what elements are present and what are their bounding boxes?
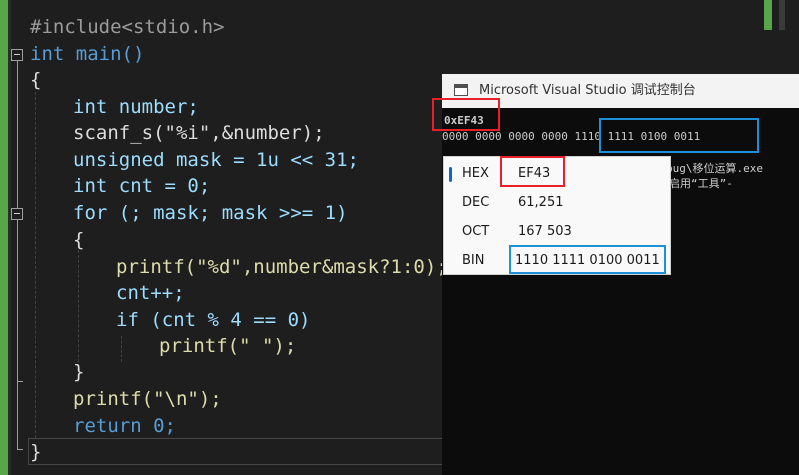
selected-indicator: [449, 167, 452, 182]
code-text: unsigned mask = 1u << 31;: [73, 149, 359, 171]
collapse-main-icon[interactable]: [11, 49, 23, 61]
code-line[interactable]: printf("%d",number&mask?1:0);: [116, 254, 448, 280]
code-line[interactable]: {: [73, 227, 84, 253]
code-line[interactable]: scanf_s("%i",&number);: [73, 120, 325, 146]
code-line[interactable]: printf(" ");: [159, 333, 296, 359]
console-window-icon: [454, 84, 468, 96]
code-text: int number;: [73, 96, 199, 118]
calc-label: BIN: [462, 253, 485, 268]
calc-value: 61,251: [518, 195, 564, 210]
code-line[interactable]: unsigned mask = 1u << 31;: [73, 147, 359, 173]
fold-end-main: [17, 449, 23, 450]
blue-highlight-box: [509, 245, 666, 274]
change-tracking-margin: [0, 0, 8, 475]
code-line[interactable]: cnt++;: [116, 280, 185, 306]
code-text: int main(): [30, 43, 145, 65]
code-line[interactable]: {: [30, 67, 41, 93]
code-text: printf("%d",number&mask?1:0);: [116, 256, 448, 278]
code-line[interactable]: int cnt = 0;: [73, 173, 210, 199]
calc-row-oct[interactable]: OCT 167 503: [444, 217, 670, 246]
code-text: return 0;: [73, 415, 176, 437]
code-line[interactable]: }: [73, 359, 84, 385]
code-line[interactable]: int number;: [73, 94, 199, 120]
scrollbar-marker: [764, 0, 772, 30]
code-text: if (cnt % 4 == 0): [116, 309, 311, 331]
code-text: }: [30, 441, 42, 463]
indent-guide: [121, 336, 122, 362]
code-line[interactable]: int main(): [30, 41, 144, 67]
code-line[interactable]: if (cnt % 4 == 0): [116, 307, 310, 333]
code-line[interactable]: return 0;: [73, 413, 176, 439]
code-line[interactable]: }: [30, 439, 41, 465]
calc-value: 167 503: [518, 224, 572, 239]
code-text: }: [73, 361, 85, 383]
fold-end-for: [17, 381, 23, 382]
red-highlight-box: [432, 98, 500, 131]
blue-highlight-box: [599, 118, 759, 153]
calc-row-dec[interactable]: DEC 61,251: [444, 188, 670, 217]
code-text: for (; mask; mask >>= 1): [73, 202, 348, 224]
code-text: {: [73, 229, 85, 251]
code-text: printf(" ");: [159, 335, 297, 357]
code-line[interactable]: #include<stdio.h>: [30, 14, 224, 40]
gutter-divider: [8, 0, 11, 475]
code-text: scanf_s("%i",&number);: [73, 122, 325, 144]
calc-label: HEX: [462, 166, 489, 181]
calc-label: DEC: [462, 195, 490, 210]
red-highlight-box: [500, 156, 565, 187]
current-line-highlight: [28, 438, 443, 465]
code-text: printf("\n");: [73, 388, 222, 410]
code-line[interactable]: printf("\n");: [73, 386, 222, 412]
code-text: cnt++;: [116, 282, 185, 304]
scrollbar-track[interactable]: [779, 0, 785, 30]
indent-guide: [35, 92, 36, 438]
calc-label: OCT: [462, 224, 490, 239]
code-text: int cnt = 0;: [73, 175, 211, 197]
console-path-text: bug\移位运算.exe: [666, 162, 763, 175]
code-text: #include<stdio.h>: [30, 16, 225, 38]
code-line[interactable]: for (; mask; mask >>= 1): [73, 200, 348, 226]
console-title: Microsoft Visual Studio 调试控制台: [479, 83, 696, 98]
collapse-for-icon[interactable]: [11, 208, 23, 220]
fold-line-main: [17, 61, 18, 449]
code-text: {: [30, 69, 42, 91]
